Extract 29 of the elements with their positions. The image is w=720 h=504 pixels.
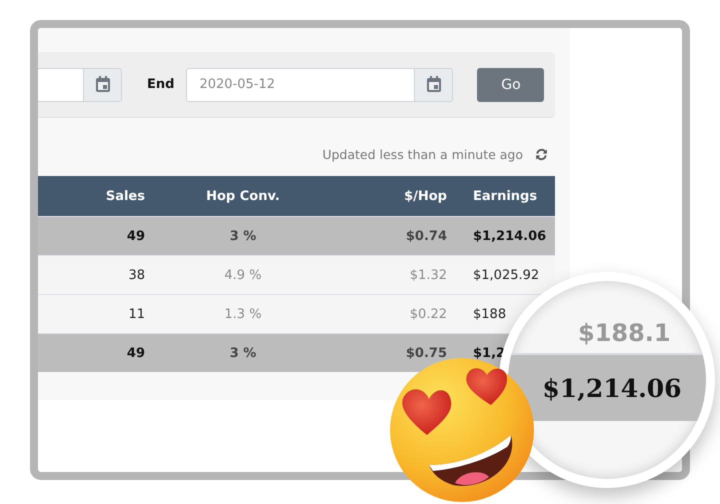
table-cell: 3 %	[145, 334, 341, 372]
column-header[interactable]: $/Hop	[341, 176, 457, 216]
go-button[interactable]: Go	[477, 68, 544, 102]
table-cell: 38	[38, 256, 145, 294]
calendar-icon	[94, 76, 110, 93]
calendar-icon	[426, 76, 442, 93]
table-cell: 49	[38, 216, 145, 256]
column-header[interactable]: Hop Conv.	[145, 176, 341, 216]
magnified-text: $188.1	[578, 319, 671, 347]
table-cell: 1.3 %	[145, 294, 341, 334]
table-cell: 3 %	[145, 216, 341, 256]
calendar-button[interactable]	[415, 68, 454, 102]
table-cell: $0.75	[341, 334, 457, 372]
table-cell: $0.74	[341, 216, 457, 256]
end-date-field[interactable]: 2020-05-12	[186, 68, 416, 102]
magnified-text: $1,214.06	[542, 374, 682, 402]
start-date-field[interactable]	[38, 68, 84, 102]
table-cell: $1,214.06	[457, 216, 555, 256]
refresh-icon[interactable]	[535, 148, 548, 160]
calendar-button[interactable]	[84, 68, 122, 102]
table-cell: 49	[38, 334, 145, 372]
table-cell: 11	[38, 294, 145, 334]
table-cell: $1.32	[341, 256, 457, 294]
updated-text: Updated less than a minute ago	[322, 146, 523, 162]
end-label: End	[147, 77, 174, 92]
table-cell: $0.22	[341, 294, 457, 334]
column-header[interactable]: Earnings	[457, 176, 555, 216]
column-header[interactable]: Sales	[38, 176, 145, 216]
table-cell: 4.9 %	[145, 256, 341, 294]
